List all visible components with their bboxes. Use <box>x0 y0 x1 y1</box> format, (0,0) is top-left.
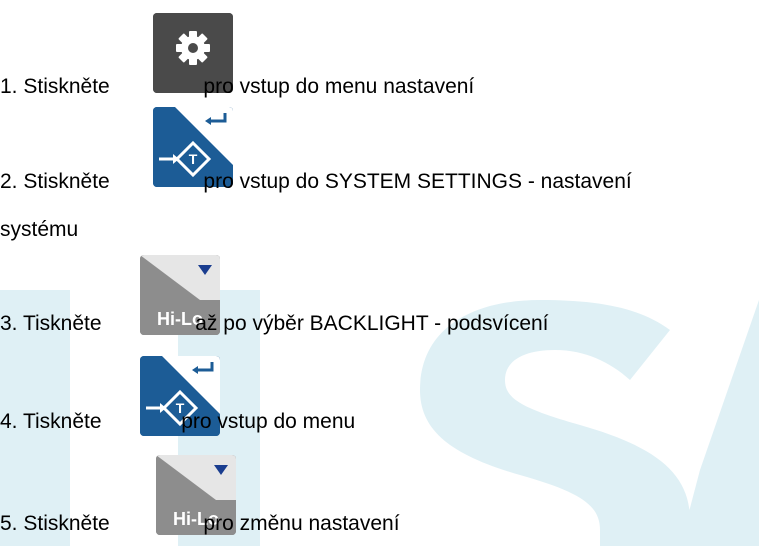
step-3-prefix: 3. Tiskněte <box>0 312 102 335</box>
step-1: 1. Stiskněte pro vstup do menu nastavení <box>0 75 474 99</box>
svg-text:T: T <box>189 151 198 167</box>
step-4-prefix: 4. Tiskněte <box>0 410 102 433</box>
step-2-prefix: 2. Stiskněte <box>0 170 110 193</box>
step-5: 5. Stiskněte pro změnu nastavení <box>0 512 400 536</box>
step-5-prefix: 5. Stiskněte <box>0 512 110 535</box>
step-2-continuation: systému <box>0 218 79 241</box>
step-1-suffix: pro vstup do menu nastavení <box>203 75 475 98</box>
step-4-suffix: pro vstup do menu <box>181 410 356 433</box>
step-2: 2. Stiskněte pro vstup do SYSTEM SETTING… <box>0 170 632 194</box>
step-3-suffix: až po výběr BACKLIGHT - podsvícení <box>195 312 549 335</box>
step-4: 4. Tiskněte pro vstup do menu <box>0 410 355 434</box>
step-5-suffix: pro změnu nastavení <box>203 512 400 535</box>
step-2-suffix: pro vstup do SYSTEM SETTINGS - nastavení <box>203 170 632 193</box>
step-1-prefix: 1. Stiskněte <box>0 75 110 98</box>
step-3: 3. Tiskněte až po výběr BACKLIGHT - pods… <box>0 312 549 336</box>
